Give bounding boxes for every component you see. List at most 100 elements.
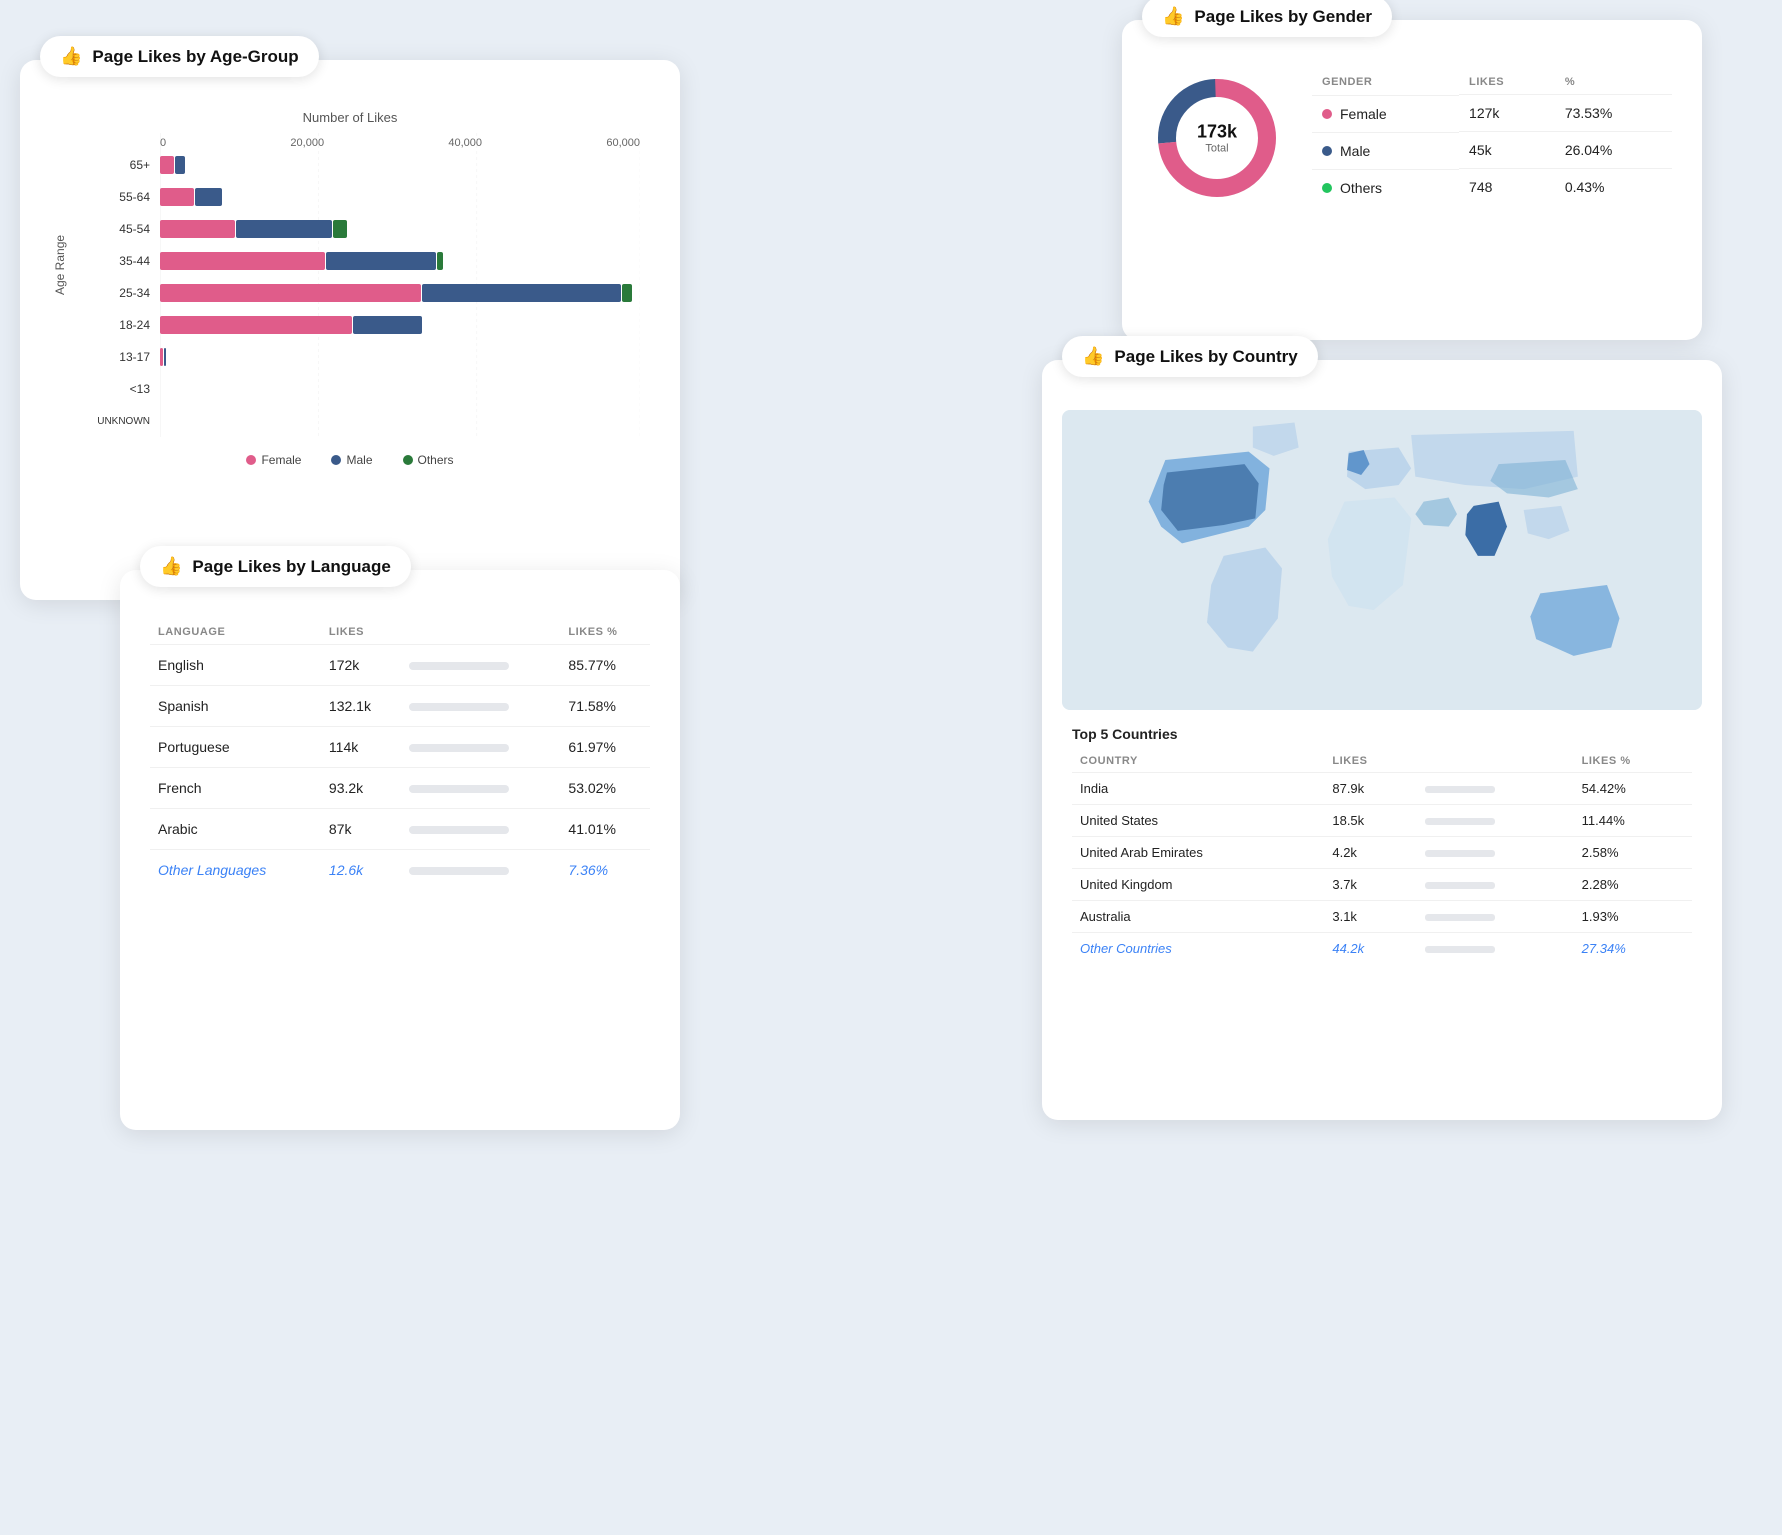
chart-legend: Female Male Others [50, 453, 650, 467]
gender-col-likes: LIKES [1459, 70, 1555, 95]
x-tick-0: 0 [160, 137, 166, 149]
bars-container [160, 378, 640, 400]
country-row: India 87.9k 54.42% [1072, 773, 1692, 805]
bar-row: 13-17 [160, 341, 640, 373]
x-axis-ticks: 0 20,000 40,000 60,000 [160, 133, 640, 149]
lang-cell-lang: Other Languages [150, 850, 321, 891]
gender-cell-pct: 73.53% [1555, 95, 1672, 132]
lang-cell-pct: 7.36% [560, 850, 650, 891]
age-group-title: Page Likes by Age-Group [92, 47, 298, 67]
language-title: Page Likes by Language [192, 557, 390, 577]
country-cell-likes: 3.7k [1324, 869, 1417, 901]
lang-cell-likes: 87k [321, 809, 401, 850]
gender-color-dot [1322, 146, 1332, 156]
bar-male [422, 284, 621, 302]
lang-cell-lang: English [150, 645, 321, 686]
country-row: United States 18.5k 11.44% [1072, 805, 1692, 837]
lang-cell-lang: Arabic [150, 809, 321, 850]
age-group-header: 👍 Page Likes by Age-Group [40, 36, 319, 77]
country-cell-pct: 2.28% [1574, 869, 1692, 901]
language-card: 👍 Page Likes by Language LANGUAGE LIKES … [120, 570, 680, 1130]
country-cell-pct: 54.42% [1574, 773, 1692, 805]
bar-label: 25-34 [80, 286, 160, 300]
lang-cell-pct: 53.02% [560, 768, 650, 809]
bar-female [160, 220, 235, 238]
gender-cell-likes: 127k [1459, 95, 1555, 132]
gender-color-dot [1322, 183, 1332, 193]
country-cell-likes: 87.9k [1324, 773, 1417, 805]
bars-container [160, 346, 640, 368]
bar-row: <13 [160, 373, 640, 405]
bar-label: 13-17 [80, 350, 160, 364]
country-row: Australia 3.1k 1.93% [1072, 901, 1692, 933]
lang-col-pct: LIKES % [560, 620, 650, 645]
bar-row: 55-64 [160, 181, 640, 213]
bar-row: 35-44 [160, 245, 640, 277]
progress-bg [409, 744, 509, 752]
bar-female [160, 156, 174, 174]
country-table-section: Top 5 Countries COUNTRY LIKES LIKES % In… [1062, 726, 1702, 964]
country-col-pct: LIKES % [1574, 750, 1692, 773]
bars-container [160, 410, 640, 432]
x-tick-20k: 20,000 [290, 137, 324, 149]
bar-row: 25-34 [160, 277, 640, 309]
lang-col-likes: LIKES [321, 620, 401, 645]
bar-row: 45-54 [160, 213, 640, 245]
lang-cell-pct: 85.77% [560, 645, 650, 686]
gender-cell-label: Female [1312, 95, 1459, 132]
gender-header: 👍 Page Likes by Gender [1142, 0, 1392, 37]
thumbs-up-icon: 👍 [60, 46, 82, 67]
lang-cell-bar [401, 809, 561, 850]
female-dot [246, 455, 256, 465]
lang-col-bar [401, 620, 561, 645]
gender-title: Page Likes by Gender [1194, 7, 1372, 27]
bar-male [326, 252, 436, 270]
lang-col-language: LANGUAGE [150, 620, 321, 645]
country-card: 👍 Page Likes by Country [1042, 360, 1722, 1120]
country-row: United Arab Emirates 4.2k 2.58% [1072, 837, 1692, 869]
bar-female [160, 188, 194, 206]
bar-chart: 65+ 55-64 45-54 35-44 25-34 [160, 149, 640, 437]
gender-row: Others 748 0.43% [1312, 169, 1672, 206]
age-group-card: 👍 Page Likes by Age-Group Number of Like… [20, 60, 680, 600]
language-row: Portuguese 114k 61.97% [150, 727, 650, 768]
bars-container [160, 250, 640, 272]
bar-others [437, 252, 443, 270]
bar-male [353, 316, 422, 334]
bars-container [160, 314, 640, 336]
gender-table: GENDER LIKES % Female 127k 73.53% Male 4… [1312, 70, 1672, 206]
bar-label: 45-54 [80, 222, 160, 236]
bar-label: 55-64 [80, 190, 160, 204]
language-row: English 172k 85.77% [150, 645, 650, 686]
language-row: Spanish 132.1k 71.58% [150, 686, 650, 727]
lang-cell-bar [401, 768, 561, 809]
world-map-svg [1062, 410, 1702, 710]
country-cell-likes: 4.2k [1324, 837, 1417, 869]
legend-female: Female [246, 453, 301, 467]
bar-female [160, 348, 163, 366]
country-title: Page Likes by Country [1114, 347, 1297, 367]
male-dot [331, 455, 341, 465]
lang-cell-pct: 41.01% [560, 809, 650, 850]
country-cell-likes: 3.1k [1324, 901, 1417, 933]
bars-container [160, 154, 640, 176]
country-progress-bg [1425, 818, 1495, 825]
legend-male: Male [331, 453, 372, 467]
country-cell-bar [1417, 805, 1573, 837]
lang-cell-bar [401, 850, 561, 891]
lang-cell-pct: 71.58% [560, 686, 650, 727]
top-countries-title: Top 5 Countries [1072, 726, 1692, 742]
lang-cell-bar [401, 686, 561, 727]
donut-label: Total [1197, 142, 1237, 154]
legend-female-label: Female [261, 453, 301, 467]
lang-cell-bar [401, 645, 561, 686]
bar-male [175, 156, 185, 174]
legend-others-label: Others [418, 453, 454, 467]
gender-col-pct: % [1555, 70, 1672, 95]
donut-total: 173k [1197, 121, 1237, 142]
language-header: 👍 Page Likes by Language [140, 546, 411, 587]
bar-row: UNKNOWN [160, 405, 640, 437]
others-dot [403, 455, 413, 465]
bar-row: 65+ [160, 149, 640, 181]
bar-female [160, 316, 352, 334]
